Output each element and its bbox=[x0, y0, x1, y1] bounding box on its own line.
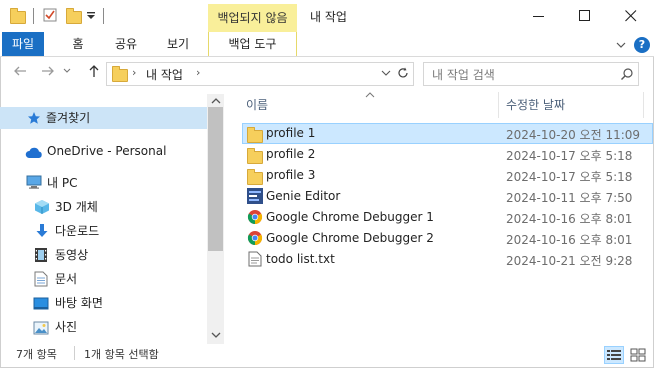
nav-item-desktop[interactable]: 바탕 화면 bbox=[0, 292, 207, 314]
window-title: 내 작업 bbox=[310, 10, 347, 24]
breadcrumb-chevron-icon[interactable]: › bbox=[132, 66, 136, 79]
column-header-name[interactable]: 이름 bbox=[246, 92, 268, 118]
large-icons-view-button[interactable] bbox=[628, 346, 648, 364]
nav-item-documents[interactable]: 문서 bbox=[0, 268, 207, 290]
file-name: todo list.txt bbox=[266, 252, 335, 266]
nav-item-quick-access[interactable]: 즐겨찾기 bbox=[0, 107, 207, 129]
genie-app-icon bbox=[247, 188, 263, 204]
tab-backup-tools[interactable]: 백업 도구 bbox=[208, 32, 297, 56]
computer-icon bbox=[26, 175, 42, 197]
nav-item-label: 즐겨찾기 bbox=[46, 111, 91, 125]
ribbon-bar bbox=[0, 32, 654, 57]
column-divider[interactable] bbox=[643, 92, 644, 118]
file-date: 2024-10-17 오후 5:18 bbox=[506, 170, 633, 184]
star-icon bbox=[27, 110, 41, 132]
new-folder-icon[interactable] bbox=[66, 7, 82, 24]
search-icon[interactable] bbox=[620, 67, 634, 81]
folder-icon bbox=[112, 66, 128, 82]
address-path[interactable]: 내 작업 bbox=[146, 66, 183, 83]
details-view-button[interactable] bbox=[604, 346, 624, 364]
file-name: Google Chrome Debugger 2 bbox=[266, 231, 434, 245]
search-placeholder: 내 작업 검색 bbox=[432, 68, 495, 82]
customize-toolbar-icon[interactable] bbox=[86, 7, 102, 23]
nav-item-label: 내 PC bbox=[47, 176, 78, 190]
file-date: 2024-10-16 오후 8:01 bbox=[506, 233, 633, 247]
document-icon bbox=[34, 271, 48, 294]
tab-view[interactable]: 보기 bbox=[158, 32, 198, 56]
folder-icon bbox=[247, 169, 263, 185]
chrome-icon bbox=[247, 209, 263, 225]
picture-icon bbox=[33, 320, 49, 342]
nav-item-onedrive[interactable]: OneDrive - Personal bbox=[0, 140, 207, 162]
expand-ribbon-icon[interactable] bbox=[614, 38, 628, 52]
status-selection: 1개 항목 선택함 bbox=[84, 348, 159, 361]
tab-file[interactable]: 파일 bbox=[2, 32, 44, 56]
desktop-icon bbox=[33, 296, 49, 318]
nav-item-this-pc[interactable]: 내 PC bbox=[0, 172, 207, 194]
nav-item-label: 바탕 화면 bbox=[55, 296, 103, 310]
file-date: 2024-10-16 오후 8:01 bbox=[506, 212, 633, 226]
nav-item-label: 사진 bbox=[55, 320, 78, 334]
text-file-icon bbox=[248, 251, 262, 267]
nav-item-3d-objects[interactable]: 3D 개체 bbox=[0, 196, 207, 218]
close-button[interactable] bbox=[608, 0, 654, 32]
cube-icon bbox=[34, 199, 50, 222]
folder-icon bbox=[247, 127, 263, 143]
file-name: Genie Editor bbox=[266, 189, 341, 203]
nav-item-label: 3D 개체 bbox=[55, 200, 98, 214]
file-date: 2024-10-21 오전 9:28 bbox=[506, 254, 633, 268]
scroll-up-arrow-icon[interactable] bbox=[209, 95, 223, 107]
file-name: Google Chrome Debugger 1 bbox=[266, 210, 434, 224]
file-name: profile 1 bbox=[266, 126, 316, 140]
help-icon[interactable]: ? bbox=[634, 37, 650, 53]
properties-check-icon[interactable] bbox=[42, 7, 58, 23]
refresh-icon[interactable] bbox=[396, 66, 410, 80]
forward-arrow-icon[interactable] bbox=[38, 64, 58, 84]
file-name: profile 3 bbox=[266, 168, 316, 182]
file-date: 2024-10-17 오후 5:18 bbox=[506, 149, 633, 163]
breadcrumb-chevron-icon[interactable]: › bbox=[196, 66, 200, 79]
nav-item-label: 문서 bbox=[55, 272, 78, 286]
chrome-icon bbox=[247, 230, 263, 246]
file-date: 2024-10-20 오전 11:09 bbox=[506, 128, 641, 142]
back-arrow-icon[interactable] bbox=[10, 64, 30, 84]
separator bbox=[103, 8, 104, 24]
nav-item-downloads[interactable]: 다운로드 bbox=[0, 220, 207, 242]
tab-home[interactable]: 홈 bbox=[62, 32, 94, 56]
address-dropdown-icon[interactable] bbox=[380, 66, 394, 80]
nav-item-videos[interactable]: 동영상 bbox=[0, 244, 207, 266]
cloud-icon bbox=[25, 144, 43, 166]
sort-ascending-icon bbox=[364, 88, 376, 98]
column-divider[interactable] bbox=[498, 92, 499, 118]
nav-item-pictures[interactable]: 사진 bbox=[0, 316, 207, 338]
file-date: 2024-10-11 오후 7:50 bbox=[506, 191, 633, 205]
nav-item-label: 동영상 bbox=[55, 248, 89, 262]
maximize-button[interactable] bbox=[562, 0, 608, 32]
folder-icon bbox=[10, 7, 26, 24]
download-arrow-icon bbox=[34, 223, 50, 246]
recent-locations-chevron-icon[interactable] bbox=[60, 64, 74, 84]
up-arrow-icon[interactable] bbox=[84, 64, 104, 84]
nav-item-label: 다운로드 bbox=[55, 224, 100, 238]
context-tab-label: 백업되지 않음 bbox=[208, 4, 297, 32]
scrollbar-thumb[interactable] bbox=[208, 107, 223, 251]
status-item-count: 7개 항목 bbox=[16, 348, 57, 361]
file-name: profile 2 bbox=[266, 147, 316, 161]
column-header-date[interactable]: 수정한 날짜 bbox=[506, 92, 565, 118]
separator bbox=[33, 8, 34, 24]
nav-item-label: OneDrive - Personal bbox=[47, 144, 167, 158]
minimize-button[interactable] bbox=[516, 0, 562, 32]
folder-icon bbox=[247, 148, 263, 164]
tab-share[interactable]: 공유 bbox=[106, 32, 146, 56]
film-icon bbox=[34, 247, 48, 270]
scroll-down-arrow-icon[interactable] bbox=[209, 329, 223, 341]
status-divider bbox=[74, 346, 75, 360]
